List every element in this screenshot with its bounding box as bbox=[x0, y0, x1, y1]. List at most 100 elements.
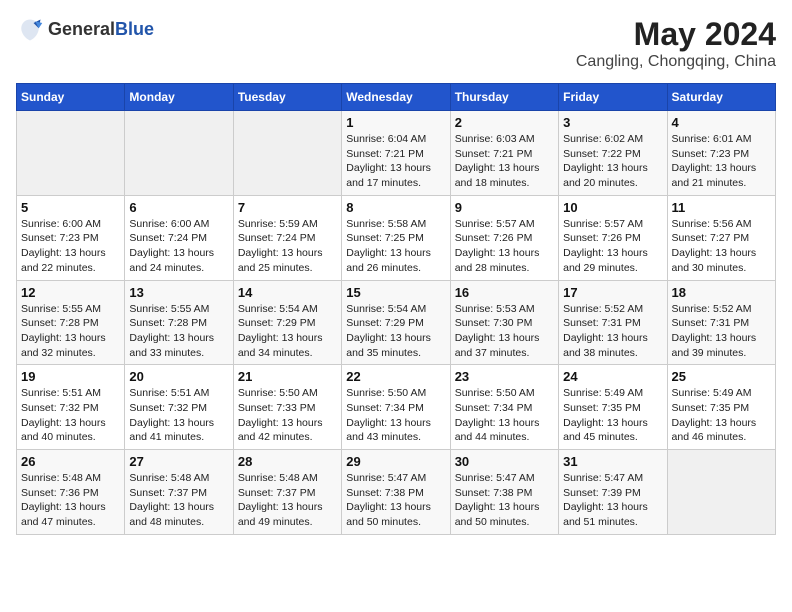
day-info: Sunrise: 5:47 AM Sunset: 7:39 PM Dayligh… bbox=[563, 471, 662, 530]
day-number: 26 bbox=[21, 454, 120, 469]
weekday-row: SundayMondayTuesdayWednesdayThursdayFrid… bbox=[17, 84, 776, 111]
day-info: Sunrise: 5:48 AM Sunset: 7:36 PM Dayligh… bbox=[21, 471, 120, 530]
logo-blue: Blue bbox=[115, 20, 154, 40]
calendar-header: SundayMondayTuesdayWednesdayThursdayFrid… bbox=[17, 84, 776, 111]
calendar-cell: 20 Sunrise: 5:51 AM Sunset: 7:32 PM Dayli… bbox=[125, 365, 233, 450]
calendar-cell: 16Sunrise: 5:53 AM Sunset: 7:30 PM Dayli… bbox=[450, 280, 558, 365]
calendar-cell: 9 Sunrise: 5:57 AM Sunset: 7:26 PM Daylig… bbox=[450, 195, 558, 280]
calendar-week-2: 5Sunrise: 6:00 AM Sunset: 7:23 PM Daylig… bbox=[17, 195, 776, 280]
calendar-cell: 29 Sunrise: 5:47 AM Sunset: 7:38 PM Dayli… bbox=[342, 450, 450, 535]
title-section: May 2024 Cangling, Chongqing, China bbox=[576, 16, 776, 71]
calendar-cell bbox=[125, 111, 233, 196]
calendar-cell: 5Sunrise: 6:00 AM Sunset: 7:23 PM Daylig… bbox=[17, 195, 125, 280]
day-number: 13 bbox=[129, 285, 228, 300]
calendar-cell: 31 Sunrise: 5:47 AM Sunset: 7:39 PM Dayli… bbox=[559, 450, 667, 535]
calendar-cell: 15 Sunrise: 5:54 AM Sunset: 7:29 PM Dayli… bbox=[342, 280, 450, 365]
day-number: 29 bbox=[346, 454, 445, 469]
calendar-cell: 18Sunrise: 5:52 AM Sunset: 7:31 PM Dayli… bbox=[667, 280, 775, 365]
day-info: Sunrise: 5:52 AM Sunset: 7:31 PM Dayligh… bbox=[672, 302, 771, 361]
day-number: 2 bbox=[455, 115, 554, 130]
calendar-cell: 4 Sunrise: 6:01 AM Sunset: 7:23 PM Daylig… bbox=[667, 111, 775, 196]
day-info: Sunrise: 5:49 AM Sunset: 7:35 PM Dayligh… bbox=[563, 386, 662, 445]
day-number: 7 bbox=[238, 200, 337, 215]
location: Cangling, Chongqing, China bbox=[576, 53, 776, 71]
day-info: Sunrise: 5:48 AM Sunset: 7:37 PM Dayligh… bbox=[129, 471, 228, 530]
day-number: 28 bbox=[238, 454, 337, 469]
day-number: 10 bbox=[563, 200, 662, 215]
calendar-cell bbox=[17, 111, 125, 196]
calendar-cell: 13Sunrise: 5:55 AM Sunset: 7:28 PM Dayli… bbox=[125, 280, 233, 365]
page-header: GeneralBlue May 2024 Cangling, Chongqing… bbox=[16, 16, 776, 71]
day-info: Sunrise: 6:00 AM Sunset: 7:24 PM Dayligh… bbox=[129, 217, 228, 276]
weekday-header-tuesday: Tuesday bbox=[233, 84, 341, 111]
day-info: Sunrise: 5:50 AM Sunset: 7:34 PM Dayligh… bbox=[346, 386, 445, 445]
day-number: 23 bbox=[455, 369, 554, 384]
calendar-cell: 1Sunrise: 6:04 AM Sunset: 7:21 PM Daylig… bbox=[342, 111, 450, 196]
day-number: 9 bbox=[455, 200, 554, 215]
day-info: Sunrise: 5:58 AM Sunset: 7:25 PM Dayligh… bbox=[346, 217, 445, 276]
calendar-cell: 26 Sunrise: 5:48 AM Sunset: 7:36 PM Dayli… bbox=[17, 450, 125, 535]
calendar-cell: 6 Sunrise: 6:00 AM Sunset: 7:24 PM Daylig… bbox=[125, 195, 233, 280]
day-info: Sunrise: 5:51 AM Sunset: 7:32 PM Dayligh… bbox=[21, 386, 120, 445]
day-number: 31 bbox=[563, 454, 662, 469]
day-number: 5 bbox=[21, 200, 120, 215]
calendar-cell: 30Sunrise: 5:47 AM Sunset: 7:38 PM Dayli… bbox=[450, 450, 558, 535]
calendar-cell: 19Sunrise: 5:51 AM Sunset: 7:32 PM Dayli… bbox=[17, 365, 125, 450]
calendar-cell: 12 Sunrise: 5:55 AM Sunset: 7:28 PM Dayli… bbox=[17, 280, 125, 365]
day-number: 3 bbox=[563, 115, 662, 130]
day-info: Sunrise: 5:50 AM Sunset: 7:33 PM Dayligh… bbox=[238, 386, 337, 445]
day-number: 12 bbox=[21, 285, 120, 300]
day-number: 22 bbox=[346, 369, 445, 384]
day-info: Sunrise: 6:04 AM Sunset: 7:21 PM Dayligh… bbox=[346, 132, 445, 191]
day-info: Sunrise: 5:59 AM Sunset: 7:24 PM Dayligh… bbox=[238, 217, 337, 276]
calendar-cell: 22 Sunrise: 5:50 AM Sunset: 7:34 PM Dayli… bbox=[342, 365, 450, 450]
month-year: May 2024 bbox=[576, 16, 776, 53]
day-number: 21 bbox=[238, 369, 337, 384]
day-number: 20 bbox=[129, 369, 228, 384]
day-number: 25 bbox=[672, 369, 771, 384]
day-info: Sunrise: 6:01 AM Sunset: 7:23 PM Dayligh… bbox=[672, 132, 771, 191]
weekday-header-saturday: Saturday bbox=[667, 84, 775, 111]
calendar-cell: 14 Sunrise: 5:54 AM Sunset: 7:29 PM Dayli… bbox=[233, 280, 341, 365]
day-number: 27 bbox=[129, 454, 228, 469]
day-number: 30 bbox=[455, 454, 554, 469]
weekday-header-monday: Monday bbox=[125, 84, 233, 111]
calendar-cell: 28 Sunrise: 5:48 AM Sunset: 7:37 PM Dayli… bbox=[233, 450, 341, 535]
day-info: Sunrise: 5:48 AM Sunset: 7:37 PM Dayligh… bbox=[238, 471, 337, 530]
day-info: Sunrise: 5:51 AM Sunset: 7:32 PM Dayligh… bbox=[129, 386, 228, 445]
calendar-week-1: 1Sunrise: 6:04 AM Sunset: 7:21 PM Daylig… bbox=[17, 111, 776, 196]
calendar-cell bbox=[667, 450, 775, 535]
weekday-header-wednesday: Wednesday bbox=[342, 84, 450, 111]
day-number: 17 bbox=[563, 285, 662, 300]
day-info: Sunrise: 5:56 AM Sunset: 7:27 PM Dayligh… bbox=[672, 217, 771, 276]
day-info: Sunrise: 6:02 AM Sunset: 7:22 PM Dayligh… bbox=[563, 132, 662, 191]
calendar-cell: 11Sunrise: 5:56 AM Sunset: 7:27 PM Dayli… bbox=[667, 195, 775, 280]
day-number: 15 bbox=[346, 285, 445, 300]
calendar-cell: 23Sunrise: 5:50 AM Sunset: 7:34 PM Dayli… bbox=[450, 365, 558, 450]
day-info: Sunrise: 5:57 AM Sunset: 7:26 PM Dayligh… bbox=[455, 217, 554, 276]
calendar-cell: 10Sunrise: 5:57 AM Sunset: 7:26 PM Dayli… bbox=[559, 195, 667, 280]
day-number: 4 bbox=[672, 115, 771, 130]
weekday-header-thursday: Thursday bbox=[450, 84, 558, 111]
day-number: 6 bbox=[129, 200, 228, 215]
day-number: 14 bbox=[238, 285, 337, 300]
calendar-week-3: 12 Sunrise: 5:55 AM Sunset: 7:28 PM Dayli… bbox=[17, 280, 776, 365]
calendar-cell: 21 Sunrise: 5:50 AM Sunset: 7:33 PM Dayli… bbox=[233, 365, 341, 450]
day-info: Sunrise: 5:54 AM Sunset: 7:29 PM Dayligh… bbox=[346, 302, 445, 361]
calendar-cell: 24Sunrise: 5:49 AM Sunset: 7:35 PM Dayli… bbox=[559, 365, 667, 450]
day-info: Sunrise: 5:47 AM Sunset: 7:38 PM Dayligh… bbox=[346, 471, 445, 530]
weekday-header-sunday: Sunday bbox=[17, 84, 125, 111]
calendar-cell: 17Sunrise: 5:52 AM Sunset: 7:31 PM Dayli… bbox=[559, 280, 667, 365]
calendar-cell: 25Sunrise: 5:49 AM Sunset: 7:35 PM Dayli… bbox=[667, 365, 775, 450]
calendar-cell: 8 Sunrise: 5:58 AM Sunset: 7:25 PM Daylig… bbox=[342, 195, 450, 280]
calendar-cell: 2 Sunrise: 6:03 AM Sunset: 7:21 PM Daylig… bbox=[450, 111, 558, 196]
day-info: Sunrise: 5:53 AM Sunset: 7:30 PM Dayligh… bbox=[455, 302, 554, 361]
day-info: Sunrise: 5:55 AM Sunset: 7:28 PM Dayligh… bbox=[21, 302, 120, 361]
calendar-cell: 7 Sunrise: 5:59 AM Sunset: 7:24 PM Daylig… bbox=[233, 195, 341, 280]
calendar-week-4: 19Sunrise: 5:51 AM Sunset: 7:32 PM Dayli… bbox=[17, 365, 776, 450]
calendar-week-5: 26 Sunrise: 5:48 AM Sunset: 7:36 PM Dayli… bbox=[17, 450, 776, 535]
day-info: Sunrise: 5:54 AM Sunset: 7:29 PM Dayligh… bbox=[238, 302, 337, 361]
calendar-cell: 3 Sunrise: 6:02 AM Sunset: 7:22 PM Daylig… bbox=[559, 111, 667, 196]
day-info: Sunrise: 6:03 AM Sunset: 7:21 PM Dayligh… bbox=[455, 132, 554, 191]
day-number: 8 bbox=[346, 200, 445, 215]
